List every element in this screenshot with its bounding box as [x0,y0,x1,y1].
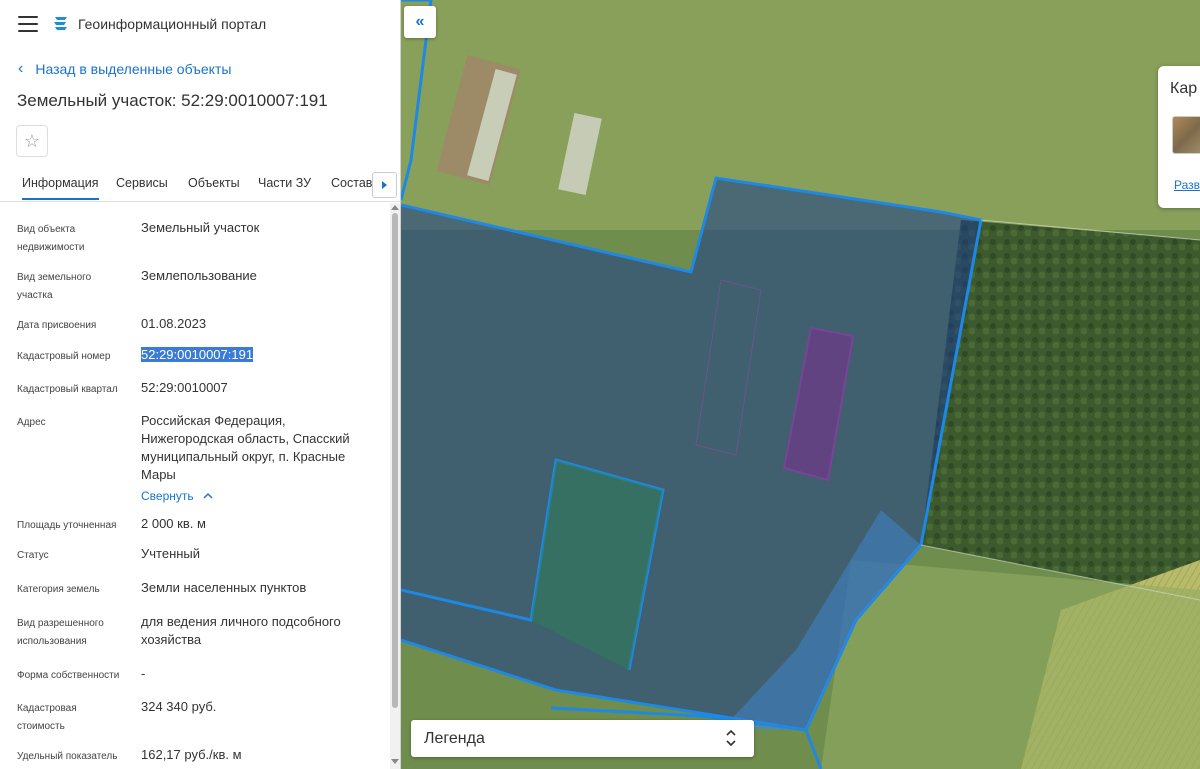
map-layers-card[interactable]: Кар Разв [1158,66,1200,208]
property-label: Вид земельного участка [17,272,92,301]
hamburger-menu-icon[interactable] [18,16,38,32]
cadastral-number-selected: 52:29:0010007:191 [141,347,254,362]
satellite-map-canvas [401,0,1200,769]
property-value: Землепользование [141,268,257,283]
property-value: Российская Федерация, Нижегородская обла… [141,413,350,482]
property-label: Категория земель [17,584,100,595]
property-label: Кадастровая стоимость [17,703,77,732]
property-value: 162,17 руб./кв. м [141,747,242,762]
property-value: 2 000 кв. м [141,516,206,531]
back-link-label: Назад в выделенные объекты [35,61,232,77]
map-card-title: Кар [1170,80,1198,97]
property-value: - [141,666,146,681]
scroll-down-arrow-icon[interactable] [391,759,399,764]
property-label: Форма собственности [17,670,120,681]
tab-scroll-right-button[interactable] [372,172,397,198]
property-label: Вид объекта недвижимости [17,224,85,253]
legend-button[interactable]: Легенда [411,720,754,757]
property-label: Кадастровый номер [17,351,111,362]
collapse-label: Свернуть [141,489,194,503]
legend-label: Легенда [424,729,485,747]
map-view[interactable] [401,0,1200,769]
property-label: Статус [17,550,49,561]
property-value[interactable]: 52:29:0010007:191 [141,346,376,364]
tab-information[interactable]: Информация [22,176,99,200]
property-label: Удельный показатель [17,751,118,762]
back-to-selected-link[interactable]: ‹ Назад в выделенные объекты [18,60,231,78]
chevron-left-icon: ‹ [18,60,24,77]
basemap-thumbnail[interactable] [1172,116,1200,154]
app-title: Геоинформационный портал [78,16,267,32]
top-bar: Геоинформационный портал [0,0,400,48]
property-value: 52:29:0010007 [141,380,228,395]
properties-list: Вид объекта недвижимости Земельный участ… [0,203,390,769]
property-label: Дата присвоения [17,320,97,331]
property-label: Площадь уточненная [17,520,117,531]
property-label: Адрес [17,417,46,428]
property-value: 324 340 руб. [141,699,217,714]
property-value: Земли населенных пунктов [141,580,307,595]
property-value: Земельный участок [141,220,260,235]
scroll-thumb[interactable] [392,213,398,708]
tab-services[interactable]: Сервисы [116,176,168,190]
scroll-up-arrow-icon[interactable] [391,205,399,210]
property-value: 01.08.2023 [141,316,207,331]
collapse-panel-button[interactable]: « [404,6,436,38]
tab-bar: Информация Сервисы Объекты Части ЗУ Сост… [0,168,400,202]
info-panel: Геоинформационный портал ‹ Назад в выдел… [0,0,401,769]
tab-objects[interactable]: Объекты [188,176,240,190]
property-label: Вид разрешенного использования [17,618,104,647]
favorite-star-button[interactable]: ☆ [16,125,48,157]
portal-logo-icon [54,17,67,30]
double-chevron-left-icon: « [415,13,425,30]
property-label: Кадастровый квартал [17,384,118,395]
address-collapse-link[interactable]: Свернуть [141,489,213,503]
property-value: для ведения личного подсобного хозяйства [141,614,341,647]
expand-collapse-icon [726,729,736,747]
panel-scrollbar[interactable] [390,203,400,769]
tab-composition[interactable]: Состав [331,176,372,190]
star-icon: ☆ [23,130,41,151]
caret-right-icon [382,181,387,189]
object-title: Земельный участок: 52:29:0010007:191 [17,91,328,110]
tab-parts[interactable]: Части ЗУ [258,176,311,190]
chevron-up-icon [203,492,213,499]
property-value: Учтенный [141,546,201,561]
map-card-expand-link[interactable]: Разв [1174,178,1200,192]
